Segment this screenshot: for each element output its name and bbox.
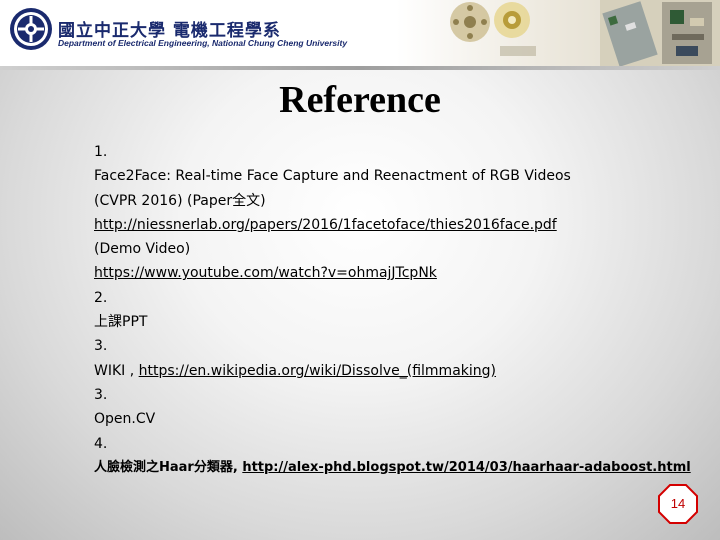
university-seal-logo xyxy=(10,8,52,50)
opencv-label: Open.CV xyxy=(94,411,156,428)
slide-title: Reference xyxy=(279,79,441,121)
list-item-number: 3. xyxy=(94,386,108,403)
list-item-number: 1. xyxy=(94,144,108,160)
haar-adaboost-link[interactable]: http://alex-phd.blogspot.tw/2014/03/haar… xyxy=(242,460,690,475)
reference-paper-title: Face2Face: Real-time Face Capture and Re… xyxy=(94,168,571,185)
wiki-reference-line: WIKI , https://en.wikipedia.org/wiki/Dis… xyxy=(94,359,694,383)
demo-video-label: (Demo Video) xyxy=(94,241,191,258)
wiki-dissolve-link[interactable]: https://en.wikipedia.org/wiki/Dissolve_(… xyxy=(139,363,496,379)
slide-header: 國立中正大學 電機工程學系 Department of Electrical E… xyxy=(0,0,720,68)
demo-video-link[interactable]: https://www.youtube.com/watch?v=ohmajJTc… xyxy=(94,261,694,285)
paper-pdf-link[interactable]: http://niessnerlab.org/papers/2016/1face… xyxy=(94,213,694,237)
page-number-badge: 14 xyxy=(657,483,699,525)
reference-list: 1. Face2Face: Real-time Face Capture and… xyxy=(94,140,694,480)
list-item-number: 3. xyxy=(94,338,108,355)
wiki-label: WIKI , xyxy=(94,362,135,379)
list-item-number: 2. xyxy=(94,289,108,306)
circuit-board-decoration xyxy=(600,0,720,68)
list-item-number: 4. xyxy=(94,435,108,452)
header-divider xyxy=(0,66,720,70)
gear-decoration xyxy=(494,2,536,56)
reference-venue: (CVPR 2016) (Paper全文) xyxy=(94,192,266,209)
haar-label: 人臉檢測之Haar分類器, xyxy=(94,459,238,475)
haar-reference-line: 人臉檢測之Haar分類器, http://alex-phd.blogspot.t… xyxy=(94,456,694,480)
page-number: 14 xyxy=(670,496,686,511)
department-name-english: Department of Electrical Engineering, Na… xyxy=(58,38,348,48)
course-ppt-label: 上課PPT xyxy=(94,314,148,331)
